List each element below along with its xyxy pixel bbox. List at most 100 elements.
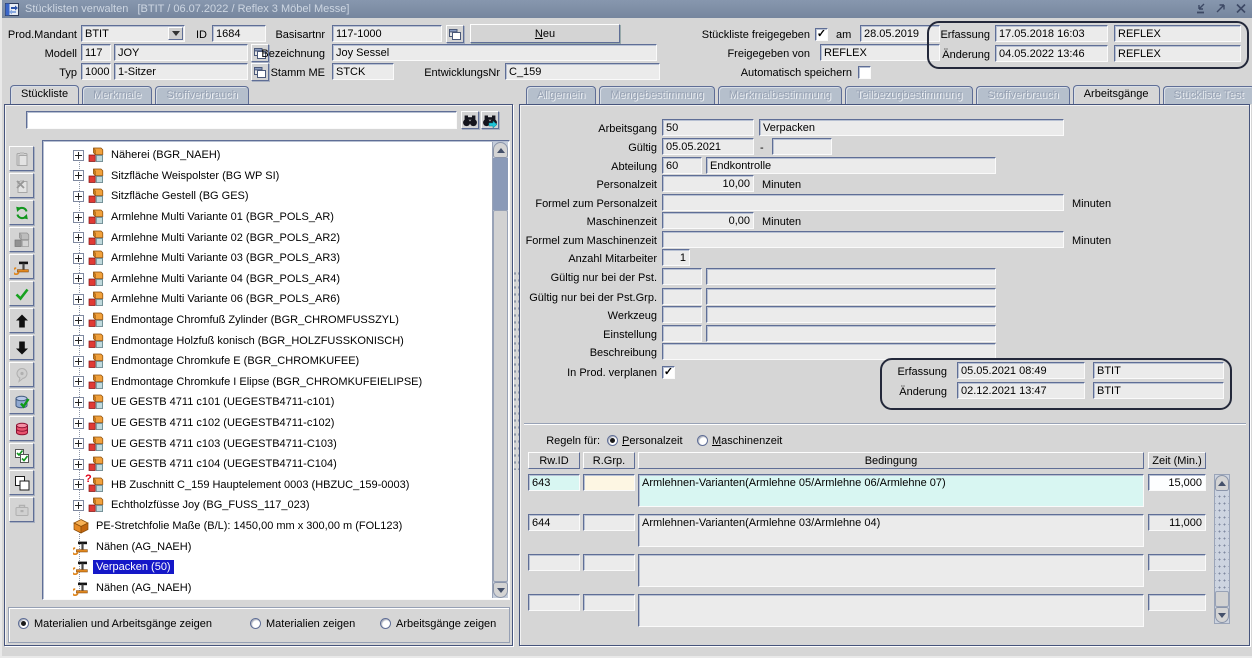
tree-item[interactable]: Armlehne Multi Variante 06 (BGR_POLS_AR6… [43,289,509,310]
expand-icon[interactable] [73,418,84,429]
abteilung-code-field[interactable]: 60 [662,157,702,174]
confirm-check-button[interactable] [9,281,34,306]
formel-personalzeit-field[interactable] [662,194,1064,211]
expand-icon[interactable] [73,273,84,284]
gueltig-pstgrp-code-field[interactable] [662,288,702,305]
prod-mandant-combo[interactable]: BTIT [81,25,185,42]
gueltig-von-field[interactable]: 05.05.2021 [662,138,754,155]
rule-rgrp-field[interactable] [583,514,635,531]
window-compare-button[interactable] [9,470,34,495]
personalzeit-field[interactable]: 10,00 [662,175,754,192]
tree-item[interactable]: UE GESTB 4711 c101 (UEGESTB4711-c101) [43,392,509,413]
tree-item[interactable]: Näherei (BGR_NAEH) [43,145,509,166]
tree-item[interactable]: Nähen (AG_NAEH) [43,536,509,557]
tree-item[interactable]: Endmontage Chromkufe E (BGR_CHROMKUFEE) [43,351,509,372]
tab-merkmale[interactable]: Merkmale [82,86,152,104]
tree-item[interactable]: Endmontage Holzfuß konisch (BGR_HOLZFUSS… [43,330,509,351]
move-down-button[interactable] [9,335,34,360]
tree-item[interactable]: UE GESTB 4711 c103 (UEGESTB4711-C103) [43,433,509,454]
tree-item[interactable]: UE GESTB 4711 c102 (UEGESTB4711-c102) [43,413,509,434]
tab-teilbezugbestimmung[interactable]: Teilbezugbestimmung [845,86,973,104]
rule-bedingung-field[interactable]: Armlehnen-Varianten(Armlehne 03/Armlehne… [638,514,1144,547]
rule-rwid-field[interactable] [528,554,580,571]
anzahl-mitarbeiter-field[interactable]: 1 [662,249,690,266]
tab-allgemein[interactable]: Allgemein [526,86,596,104]
rule-zeit-field[interactable]: 11,000 [1148,514,1206,531]
search-icon-button[interactable] [461,111,479,129]
neu-button[interactable]: Neu [470,24,620,43]
stamm-me-field[interactable]: STCK [332,63,394,80]
combo-dropdown-icon[interactable] [168,27,183,40]
maschinenzeit-field[interactable]: 0,00 [662,212,754,229]
radio-materials-and-operations[interactable] [18,618,29,629]
tree-scrollbar[interactable] [492,142,508,598]
expand-icon[interactable] [73,232,84,243]
tree-item[interactable]: Sitzfläche Weispolster (BG WP SI) [43,166,509,187]
insert-record-button[interactable] [9,146,34,171]
tree-item[interactable]: UE GESTB 4711 c104 (UEGESTB4711-C104) [43,454,509,475]
expand-icon[interactable] [73,459,84,470]
rules-scroll-up-icon[interactable] [1215,475,1229,491]
delete-record-button[interactable] [9,173,34,198]
multi-select-button[interactable] [9,443,34,468]
hint-balloon-button[interactable] [9,362,34,387]
rule-bedingung-field[interactable] [638,594,1144,627]
move-up-button[interactable] [9,308,34,333]
einstellung-name-field[interactable] [706,325,996,342]
db-remove-button[interactable] [9,416,34,441]
formel-maschinenzeit-field[interactable] [662,231,1064,248]
bezeichnung-field[interactable]: Joy Sessel [332,44,657,61]
expand-icon[interactable] [73,438,84,449]
expand-icon[interactable] [73,191,84,202]
tab-stueckliste[interactable]: Stückliste [10,85,79,104]
expand-icon[interactable] [73,397,84,408]
rules-scrollbar[interactable] [1214,474,1230,624]
gueltig-pst-code-field[interactable] [662,268,702,285]
scroll-down-icon[interactable] [493,582,508,598]
tools-button[interactable] [9,254,34,279]
werkzeug-name-field[interactable] [706,306,996,323]
rule-rwid-field[interactable]: 643 [528,474,580,491]
expand-icon[interactable] [73,315,84,326]
tab-stoffverbrauch-left[interactable]: Stoffverbrauch [155,86,248,104]
tab-stueckliste-test[interactable]: Stückliste Test [1163,86,1252,104]
expand-icon[interactable] [73,376,84,387]
db-apply-button[interactable] [9,389,34,414]
tab-stoffverbrauch-right[interactable]: Stoffverbrauch [976,86,1069,104]
tree-item[interactable]: Endmontage Chromkufe I Elipse (BGR_CHROM… [43,372,509,393]
restore-button[interactable] [1214,2,1228,15]
expand-icon[interactable] [73,356,84,367]
close-button[interactable] [1234,2,1248,15]
rule-bedingung-field[interactable]: Armlehnen-Varianten(Armlehne 05/Armlehne… [638,474,1144,507]
rule-zeit-field[interactable] [1148,554,1206,571]
rule-rgrp-field[interactable] [583,554,635,571]
tree-item[interactable]: Armlehne Multi Variante 04 (BGR_POLS_AR4… [43,269,509,290]
rule-zeit-field[interactable]: 15,000 [1148,474,1206,491]
typ-name-field[interactable]: 1-Sitzer [114,63,248,80]
tree-item[interactable]: Nähen (AG_NAEH) [43,577,509,598]
rule-rgrp-field[interactable] [583,594,635,611]
rule-rgrp-field[interactable] [583,474,635,491]
radio-personalzeit[interactable] [607,435,618,446]
gueltig-pstgrp-name-field[interactable] [706,288,996,305]
tree-scrollbar-thumb[interactable] [493,210,508,582]
modell-code-field[interactable]: 117 [81,44,111,61]
tree-item[interactable]: Endmontage Chromfuß Zylinder (BGR_CHROMF… [43,310,509,331]
tab-merkmalbestimmung[interactable]: Merkmalbestimmung [718,86,842,104]
expand-icon[interactable] [73,253,84,264]
expand-icon[interactable] [73,294,84,305]
radio-materials[interactable] [250,618,261,629]
tab-arbeitsgaenge[interactable]: Arbeitsgänge [1073,85,1160,104]
search-next-icon-button[interactable] [481,111,499,129]
tree-item[interactable]: Sitzfläche Gestell (BG GES) [43,186,509,207]
expand-icon[interactable] [73,479,84,490]
arbeitsgang-code-field[interactable]: 50 [662,119,754,136]
werkzeug-code-field[interactable] [662,306,702,323]
basisartnr-lov-button[interactable] [446,25,464,43]
expand-icon[interactable] [73,212,84,223]
rule-rwid-field[interactable]: 644 [528,514,580,531]
typ-code-field[interactable]: 1000 [81,63,111,80]
tree-item[interactable]: Armlehne Multi Variante 03 (BGR_POLS_AR3… [43,248,509,269]
basisartnr-field[interactable]: 117-1000 [332,25,442,42]
gueltig-bis-field[interactable] [772,138,832,155]
